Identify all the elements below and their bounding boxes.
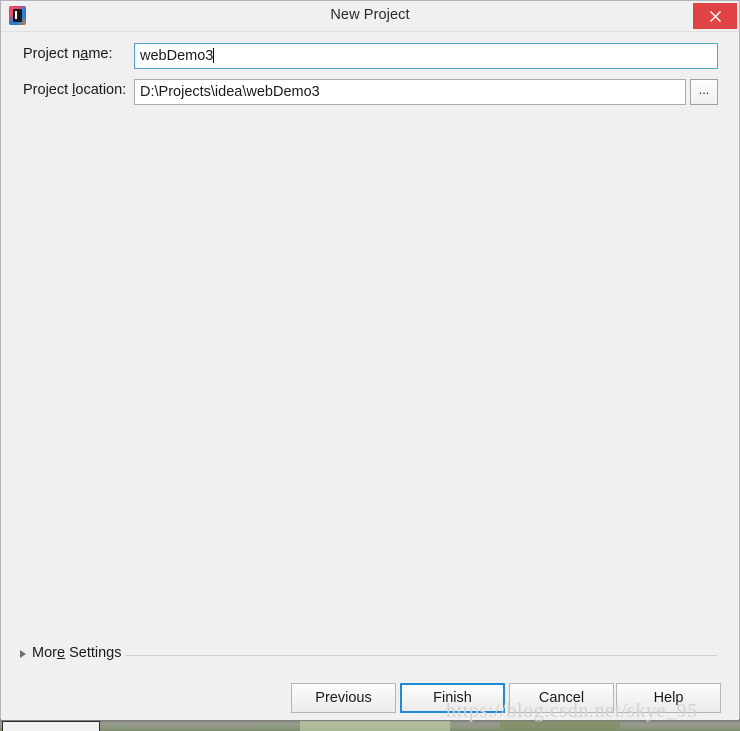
close-icon <box>709 11 721 22</box>
project-name-row: Project name: webDemo3 <box>1 43 739 69</box>
project-location-input[interactable]: D:\Projects\idea\webDemo3 <box>134 79 686 105</box>
project-location-label: Project location: <box>23 82 127 98</box>
finish-button[interactable]: Finish <box>400 683 505 713</box>
browse-button[interactable]: ... <box>690 79 718 105</box>
desktop-blotch <box>300 721 450 731</box>
section-separator <box>126 655 717 656</box>
close-button[interactable] <box>693 3 737 29</box>
triangle-right-icon[interactable] <box>20 650 26 658</box>
project-name-value: webDemo3 <box>140 48 214 64</box>
screen: New Project Project name: webDemo3 Proje… <box>0 0 740 731</box>
project-location-row: Project location: D:\Projects\idea\webDe… <box>1 79 739 105</box>
taskbar-item[interactable] <box>2 721 100 731</box>
dialog-content: Project name: webDemo3 Project location:… <box>1 32 739 720</box>
cancel-button[interactable]: Cancel <box>509 683 614 713</box>
project-name-input[interactable]: webDemo3 <box>134 43 718 69</box>
desktop-blotch <box>500 721 620 731</box>
more-settings-toggle[interactable]: More Settings <box>32 645 121 661</box>
previous-button[interactable]: Previous <box>291 683 396 713</box>
title-bar[interactable]: New Project <box>1 1 739 32</box>
window-title: New Project <box>330 7 410 23</box>
more-settings-section: More Settings <box>1 645 739 665</box>
project-location-value: D:\Projects\idea\webDemo3 <box>140 84 320 100</box>
project-name-label: Project name: <box>23 46 113 62</box>
dialog-button-bar: Previous Finish Cancel Help <box>1 683 739 715</box>
help-button[interactable]: Help <box>616 683 721 713</box>
text-caret <box>213 48 215 63</box>
new-project-dialog: New Project Project name: webDemo3 Proje… <box>0 0 740 720</box>
